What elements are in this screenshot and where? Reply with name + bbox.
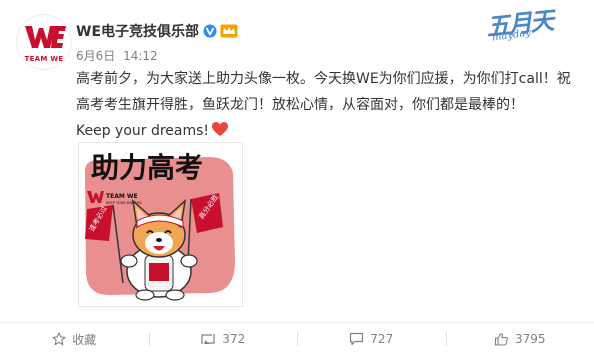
verified-icon[interactable] <box>203 24 217 38</box>
user-name[interactable]: WE电子竞技俱乐部 <box>76 21 199 41</box>
comment-button[interactable]: 727 <box>297 323 446 355</box>
mayday-stamp: 五月天 mayday <box>484 4 556 46</box>
repost-count: 372 <box>222 332 246 346</box>
repost-button[interactable]: 372 <box>148 323 298 355</box>
comment-count: 727 <box>370 332 394 346</box>
repost-icon <box>201 334 215 344</box>
post-meta: 6月6日 14:12 <box>76 47 162 64</box>
image-logo-text: TEAM WE <box>106 193 138 200</box>
post-image[interactable]: 助力高考 TEAM WE KEEP YOUR DREAMS 逢考必过 高分必胜 <box>78 142 243 307</box>
support-avatar-illustration: 助力高考 TEAM WE KEEP YOUR DREAMS 逢考必过 高分必胜 <box>85 151 235 301</box>
post-text-line: 高考前夕，为大家送上助力头像一枚。今天换WE为你们应援，为你们打call！祝 <box>76 71 571 87</box>
post-date[interactable]: 6月6日 <box>76 49 115 63</box>
image-title: 助力高考 <box>91 151 203 184</box>
name-row: WE电子竞技俱乐部 <box>76 21 238 41</box>
star-icon <box>52 332 66 346</box>
favorite-button[interactable]: 收藏 <box>0 323 149 355</box>
post-text: 高考前夕，为大家送上助力头像一枚。今天换WE为你们应援，为你们打call！祝 高… <box>76 66 584 144</box>
avatar[interactable]: TEAM WE <box>16 14 72 70</box>
post-text-line-3: Keep your dreams! <box>76 118 584 144</box>
weibo-post-card: TEAM WE WE电子竞技俱乐部 6月6日 14:12 五月天 mayday … <box>0 0 594 355</box>
avatar-team-label: TEAM WE <box>24 55 64 63</box>
favorite-label: 收藏 <box>72 332 97 347</box>
post-text-tail: Keep your dreams! <box>76 123 210 139</box>
vip-crown-icon[interactable] <box>220 24 238 38</box>
action-bar: 收藏 372 727 3795 <box>0 323 594 355</box>
like-button[interactable]: 3795 <box>445 323 594 355</box>
post-text-line: 高考考生旗开得胜，鱼跃龙门！放松心情，从容面对，你们都是最棒的！ <box>76 97 524 113</box>
comment-icon <box>350 332 364 346</box>
we-logo-icon <box>25 26 66 48</box>
like-count: 3795 <box>514 332 546 346</box>
thumbs-up-icon <box>494 332 508 346</box>
heart-emoji-icon <box>212 122 229 136</box>
post-time: 14:12 <box>123 49 158 63</box>
